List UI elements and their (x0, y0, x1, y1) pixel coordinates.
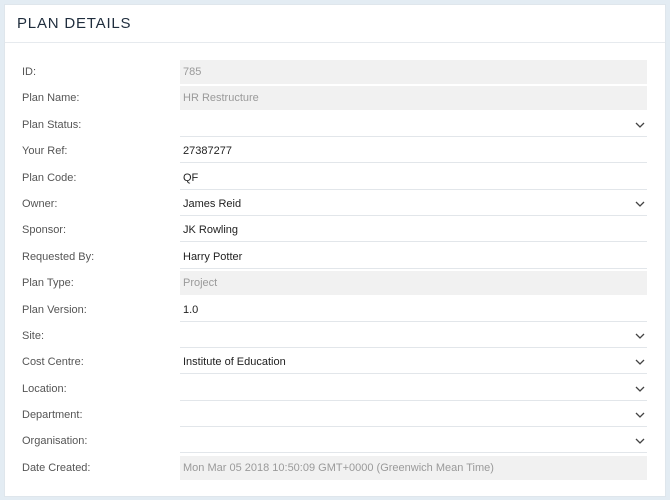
plan-type-value: Project (183, 277, 218, 290)
your-ref-label: Your Ref: (22, 145, 68, 158)
form-row-id: ID: 785 (5, 59, 665, 85)
requested-by-value: Harry Potter (183, 250, 243, 263)
plan-status-select[interactable] (180, 113, 647, 137)
your-ref-value: 27387277 (183, 145, 232, 158)
chevron-down-icon[interactable] (635, 358, 645, 366)
plan-code-label: Plan Code: (22, 171, 77, 184)
location-label: Location: (22, 382, 67, 395)
panel-header: PLAN DETAILS (5, 5, 665, 43)
chevron-down-icon[interactable] (635, 437, 645, 445)
requested-by-label: Requested By: (22, 250, 95, 263)
form-row-requested-by: Requested By: Harry Potter (5, 244, 665, 270)
chevron-down-icon[interactable] (635, 385, 645, 393)
department-select[interactable] (180, 403, 647, 428)
plan-code-field[interactable]: QF (180, 166, 647, 190)
plan-code-value: QF (183, 171, 199, 184)
sponsor-field[interactable]: JK Rowling (180, 218, 647, 243)
requested-by-field[interactable]: Harry Potter (180, 245, 647, 269)
plan-version-label: Plan Version: (22, 303, 87, 316)
site-label: Site: (22, 329, 45, 342)
site-select[interactable] (180, 324, 647, 348)
owner-label: Owner: (22, 197, 58, 210)
organisation-select[interactable] (180, 429, 647, 454)
sponsor-value: JK Rowling (183, 224, 239, 237)
department-label: Department: (22, 409, 83, 422)
form-row-sponsor: Sponsor: JK Rowling (5, 217, 665, 243)
owner-select[interactable]: James Reid (180, 192, 647, 216)
date-created-value: Mon Mar 05 2018 10:50:09 GMT+0000 (Green… (183, 461, 494, 474)
form-row-owner: Owner: James Reid (5, 191, 665, 217)
plan-version-value: 1.0 (183, 303, 199, 316)
form-row-plan-version: Plan Version: 1.0 (5, 297, 665, 323)
form-row-department: Department: (5, 402, 665, 428)
chevron-down-icon[interactable] (635, 411, 645, 419)
plan-name-value: HR Restructure (183, 92, 259, 105)
panel-title: PLAN DETAILS (17, 15, 132, 32)
date-created-label: Date Created: (22, 461, 91, 474)
id-field: 785 (180, 60, 647, 84)
organisation-label: Organisation: (22, 435, 88, 448)
plan-type-field: Project (180, 271, 647, 296)
form-row-your-ref: Your Ref: 27387277 (5, 138, 665, 164)
chevron-down-icon[interactable] (635, 121, 645, 129)
plan-details-panel: PLAN DETAILS ID: 785 Plan Name: HR Restruct… (4, 4, 666, 497)
form-row-plan-status: Plan Status: (5, 112, 665, 138)
form-row-cost-centre: Cost Centre: Institute of Education (5, 349, 665, 375)
plan-type-label: Plan Type: (22, 277, 74, 290)
cost-centre-label: Cost Centre: (22, 356, 84, 369)
location-select[interactable] (180, 377, 647, 401)
sponsor-label: Sponsor: (22, 224, 67, 237)
form-row-date-created: Date Created: Mon Mar 05 2018 10:50:09 GM… (5, 455, 665, 481)
date-created-field: Mon Mar 05 2018 10:50:09 GMT+0000 (Green… (180, 455, 647, 480)
form-row-plan-code: Plan Code: QF (5, 165, 665, 191)
id-value: 785 (183, 66, 202, 78)
form-row-location: Location: (5, 376, 665, 402)
plan-details-form: ID: 785 Plan Name: HR Restructure Plan Statu… (5, 59, 665, 481)
your-ref-field[interactable]: 27387277 (180, 139, 647, 164)
plan-status-label: Plan Status: (22, 118, 82, 131)
id-label: ID: (22, 66, 37, 78)
form-row-plan-name: Plan Name: HR Restructure (5, 85, 665, 111)
cost-centre-select[interactable]: Institute of Education (180, 350, 647, 375)
form-row-organisation: Organisation: (5, 428, 665, 454)
plan-name-label: Plan Name: (22, 92, 80, 105)
cost-centre-value: Institute of Education (183, 356, 286, 369)
form-row-site: Site: (5, 323, 665, 349)
chevron-down-icon[interactable] (635, 332, 645, 340)
chevron-down-icon[interactable] (635, 200, 645, 208)
form-row-plan-type: Plan Type: Project (5, 270, 665, 296)
plan-version-field[interactable]: 1.0 (180, 298, 647, 322)
plan-name-field: HR Restructure (180, 86, 647, 111)
owner-value: James Reid (183, 197, 242, 210)
